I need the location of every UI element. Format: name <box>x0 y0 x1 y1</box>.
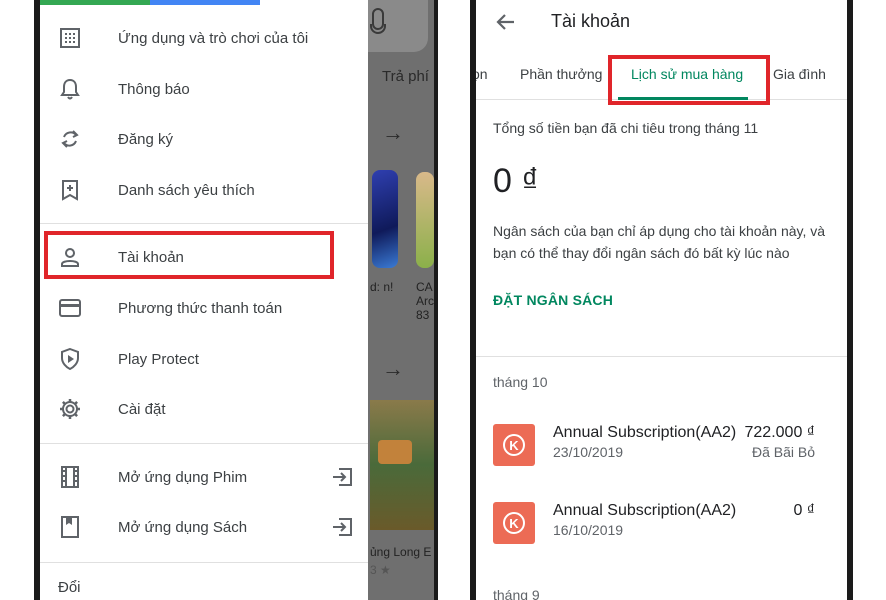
drawer-item-wishlist[interactable]: Danh sách yêu thích <box>40 168 368 212</box>
transaction-name: Annual Subscription(AA2) <box>553 502 737 519</box>
app-kinemaster-icon: K <box>493 502 535 544</box>
page-title: Tài khoản <box>551 11 631 31</box>
refresh-icon <box>58 127 82 151</box>
highlight-box-purchase-history <box>608 55 770 105</box>
drawer-item-label: Play Protect <box>118 350 199 368</box>
game-rating: 3 ★ <box>370 563 391 577</box>
arrow-right-icon: → <box>382 356 404 381</box>
gear-icon <box>58 397 82 421</box>
drawer-item-my-apps[interactable]: Ứng dụng và trò chơi của tôi <box>40 16 368 60</box>
right-phone-frame: Tài khoản ọn Phần thưởng Lịch sử mua hàn… <box>470 0 853 600</box>
drawer-item-label: Đổi <box>58 578 81 596</box>
credit-card-icon <box>58 296 82 320</box>
open-external-icon <box>330 465 354 489</box>
app-card-text: d: n! <box>370 280 394 294</box>
month-header: tháng 9 <box>493 587 540 600</box>
account-screen: Tài khoản ọn Phần thưởng Lịch sử mua hàn… <box>476 0 847 600</box>
navigation-drawer: Ứng dụng và trò chơi của tôi Thông báo Đ… <box>40 0 368 600</box>
game-title: ủng Long E <box>370 545 432 559</box>
section-divider <box>476 356 847 357</box>
tab-rewards[interactable]: Phần thưởng <box>520 66 602 82</box>
transaction-amount: 722.000 ₫ <box>744 424 816 441</box>
transaction-amount: 0 ₫ <box>793 502 815 519</box>
book-icon <box>58 515 82 539</box>
highlight-box-account <box>44 231 334 279</box>
drawer-divider <box>40 443 368 444</box>
transaction-date: 23/10/2019 <box>553 444 624 460</box>
drawer-item-notifications[interactable]: Thông báo <box>40 67 368 111</box>
arrow-right-icon: → <box>382 120 404 145</box>
drawer-divider <box>40 562 368 563</box>
drawer-divider <box>40 223 368 224</box>
drawer-item-label: Phương thức thanh toán <box>118 299 283 317</box>
drawer-item-label: Mở ứng dụng Phim <box>118 468 248 486</box>
bg-tab-label: Trả phí <box>382 68 429 85</box>
month-header: tháng 10 <box>493 374 548 390</box>
app-card-image <box>372 170 398 268</box>
shield-play-icon <box>58 347 82 371</box>
drawer-item-label: Cài đặt <box>118 400 166 418</box>
back-arrow-icon[interactable] <box>494 10 518 34</box>
transaction-status: Đã Bãi Bỏ <box>751 444 815 460</box>
set-budget-button[interactable]: ĐẶT NGÂN SÁCH <box>493 292 613 308</box>
app-card-image <box>416 172 434 268</box>
brand-bar <box>40 0 368 5</box>
transaction-name: Annual Subscription(AA2) <box>553 424 737 441</box>
bell-icon <box>58 77 82 101</box>
drawer-item-payment-methods[interactable]: Phương thức thanh toán <box>40 286 368 330</box>
budget-description: Ngân sách của bạn chỉ áp dụng cho tài kh… <box>493 223 826 261</box>
background-play-store: Trả phí → d: n! CA Arc 83 → ủng Long E 3… <box>368 0 434 600</box>
drawer-item-label: Thông báo <box>118 80 190 98</box>
drawer-item-label: Đăng ký <box>118 130 174 148</box>
drawer-item-subscriptions[interactable]: Đăng ký <box>40 117 368 161</box>
film-icon <box>58 465 82 489</box>
drawer-item-open-books[interactable]: Mở ứng dụng Sách <box>40 505 368 549</box>
drawer-item-redeem[interactable]: Đổi <box>40 572 368 600</box>
tab-partial[interactable]: ọn <box>476 66 488 82</box>
apps-grid-icon <box>58 26 82 50</box>
open-external-icon <box>330 515 354 539</box>
drawer-item-open-movies[interactable]: Mở ứng dụng Phim <box>40 455 368 499</box>
app-kinemaster-icon: K <box>493 424 535 466</box>
app-card-text: CA Arc 83 <box>416 280 434 322</box>
spending-amount: 0 ₫ <box>493 162 539 200</box>
spending-label: Tổng số tiền bạn đã chi tiêu trong tháng… <box>493 120 759 136</box>
drawer-item-label: Ứng dụng và trò chơi của tôi <box>118 29 309 47</box>
drawer-item-label: Mở ứng dụng Sách <box>118 518 248 536</box>
transaction-date: 16/10/2019 <box>553 522 624 538</box>
drawer-item-settings[interactable]: Cài đặt <box>40 387 368 431</box>
drawer-item-play-protect[interactable]: Play Protect <box>40 337 368 381</box>
bookmark-add-icon <box>58 178 82 202</box>
game-banner-image <box>370 400 434 530</box>
drawer-item-label: Danh sách yêu thích <box>118 181 255 199</box>
tab-family[interactable]: Gia đình <box>773 66 826 82</box>
left-phone-frame: Trả phí → d: n! CA Arc 83 → ủng Long E 3… <box>34 0 438 600</box>
